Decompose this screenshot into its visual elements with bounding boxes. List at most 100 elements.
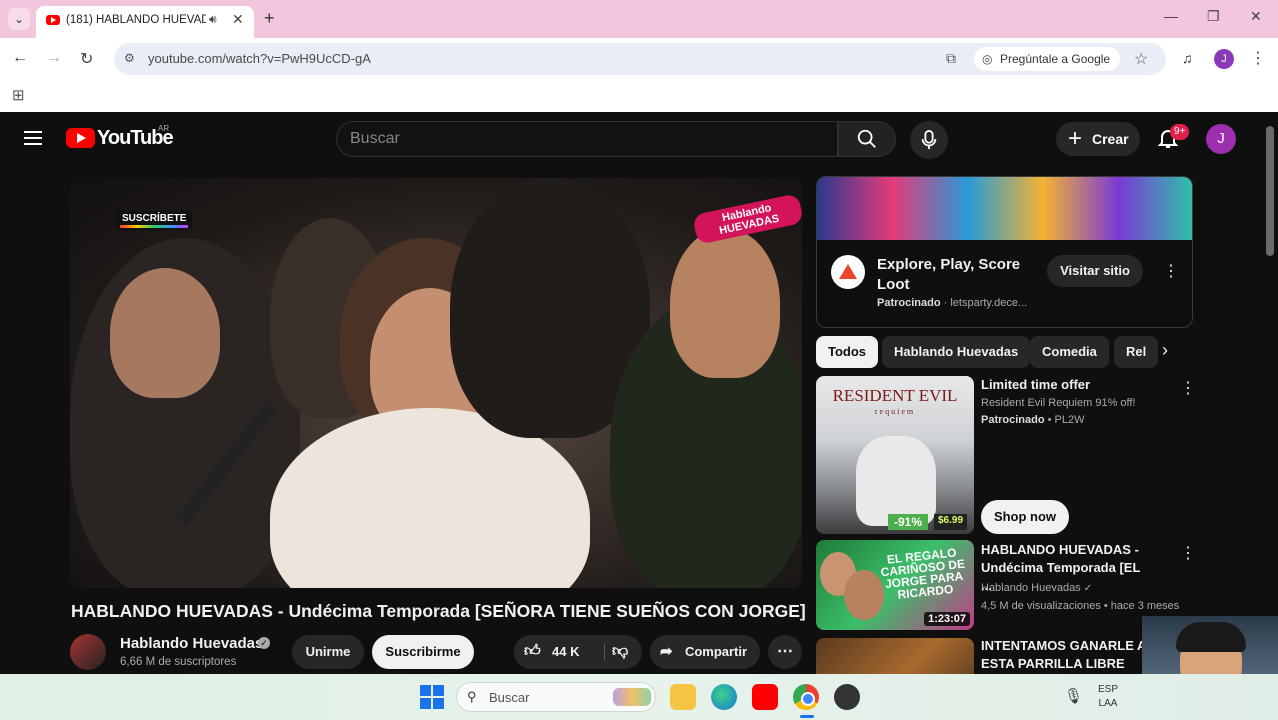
edge-icon[interactable]	[711, 684, 737, 710]
chip-related[interactable]: Rel	[1114, 336, 1158, 368]
share-button[interactable]: ➦ Compartir	[650, 635, 760, 669]
new-tab-button[interactable]: +	[264, 8, 275, 29]
like-count[interactable]: 44 K	[552, 635, 579, 669]
ad-thumbnail[interactable]: RESIDENT EVIL requiem -91% $6.99	[816, 376, 974, 534]
audience-person	[670, 228, 780, 378]
hamburger-menu-icon[interactable]	[24, 129, 44, 145]
browser-titlebar: ⌄ (181) HABLANDO HUEVADAS - Undécima Tem…	[0, 0, 1278, 38]
shop-now-button[interactable]: Shop now	[981, 500, 1069, 534]
verified-check-icon: ✓	[258, 637, 270, 649]
video-thumbnail[interactable]: EL REGALO CARIÑOSO DE JORGE PARA RICARDO…	[816, 540, 974, 630]
video-title: HABLANDO HUEVADAS - Undécima Temporada […	[71, 601, 806, 621]
account-avatar[interactable]: J	[1206, 124, 1236, 154]
language-indicator[interactable]: ESP LAA	[1098, 683, 1118, 711]
url-text[interactable]: youtube.com/watch?v=PwH9UcCD-gA	[148, 51, 371, 66]
audience-person	[110, 268, 220, 398]
chevron-down-icon: ⌄	[13, 12, 25, 26]
ask-google-button[interactable]: ◎ Pregúntale a Google	[974, 47, 1121, 71]
browser-profile-avatar[interactable]: J	[1214, 49, 1234, 69]
thumbnail-figure	[856, 436, 936, 526]
chrome-icon[interactable]	[793, 684, 819, 710]
ad-more-options-icon[interactable]: ⋮	[1163, 261, 1179, 281]
chevron-right-icon[interactable]: ›	[1162, 340, 1168, 361]
webcam-headphones	[1176, 622, 1246, 652]
ad-banner-image[interactable]	[817, 177, 1192, 240]
thumbs-up-icon[interactable]: 👍︎	[524, 635, 541, 669]
microphone-icon[interactable]: 🎙︎	[1064, 687, 1083, 705]
video-thumbnail[interactable]	[816, 638, 974, 674]
active-app-indicator	[800, 715, 814, 718]
tab-close-icon[interactable]: ✕	[232, 11, 244, 28]
plus-icon: +	[1068, 125, 1083, 152]
search-input[interactable]	[350, 130, 820, 148]
sponsored-ad-card[interactable]: Explore, Play, Score Loot Patrocinado · …	[816, 176, 1193, 328]
restore-button[interactable]: ❐	[1207, 8, 1220, 25]
rec-meta: Resident Evil Requiem 91% off!	[981, 397, 1136, 409]
install-app-icon[interactable]: ⧉	[946, 50, 956, 67]
chip-todos[interactable]: Todos	[816, 336, 879, 368]
join-button[interactable]: Unirme	[292, 635, 364, 669]
rec-channel-name[interactable]: Hablando Huevadas	[981, 582, 1081, 594]
forward-arrow-icon[interactable]: →	[46, 49, 62, 67]
lens-icon: ◎	[982, 52, 993, 66]
reload-icon[interactable]: ↻	[80, 49, 93, 69]
rec-title[interactable]: Limited time offer	[981, 376, 1151, 394]
rec-more-options-icon[interactable]: ⋮	[1180, 378, 1196, 398]
rec-title[interactable]: INTENTAMOS GANARLE A ESTA PARRILLA LIBRE	[981, 637, 1151, 673]
channel-name[interactable]: Hablando Huevadas	[120, 635, 263, 652]
browser-menu-icon[interactable]: ⋮	[1250, 48, 1266, 68]
search-box[interactable]	[336, 121, 838, 157]
sponsored-label: Patrocinado	[981, 414, 1045, 426]
youtube-app-icon[interactable]	[752, 684, 778, 710]
voice-search-button[interactable]	[910, 121, 948, 159]
media-controls-icon[interactable]: ♫	[1182, 50, 1193, 66]
windows-start-icon[interactable]	[420, 685, 444, 709]
rec-more-options-icon[interactable]: ⋮	[1180, 543, 1196, 563]
create-button[interactable]: + Crear	[1056, 122, 1140, 156]
search-button[interactable]	[838, 121, 896, 157]
youtube-logo-icon[interactable]	[66, 128, 95, 148]
chip-hablando-huevadas[interactable]: Hablando Huevadas	[882, 336, 1031, 368]
channel-avatar[interactable]	[70, 634, 106, 670]
apps-grid-icon[interactable]: ⊞	[12, 86, 25, 104]
sponsored-label: Patrocinado	[877, 297, 941, 309]
page-scrollbar[interactable]	[1266, 126, 1274, 256]
subscribe-button[interactable]: Suscribirme	[372, 635, 474, 669]
ad-meta: Patrocinado · letsparty.dece...	[877, 297, 1028, 309]
thumbnail-subtitle: requiem	[874, 407, 916, 416]
visit-site-button[interactable]: Visitar sitio	[1047, 255, 1143, 287]
tab-title: (181) HABLANDO HUEVADAS - Undécima Tempo…	[66, 14, 206, 26]
price-badge: $6.99	[934, 514, 968, 530]
file-explorer-icon[interactable]	[670, 684, 696, 710]
address-bar[interactable]: ⚙ youtube.com/watch?v=PwH9UcCD-gA ⧉ ◎ Pr…	[114, 43, 1166, 75]
search-icon	[857, 129, 876, 148]
advertiser: • PL2W	[1044, 414, 1085, 426]
thumbs-down-icon[interactable]: 👎︎	[612, 635, 628, 669]
more-actions-icon[interactable]: ⋯	[768, 635, 802, 669]
browser-toolbar: ← → ↻ ⚙ youtube.com/watch?v=PwH9UcCD-gA …	[0, 38, 1278, 80]
search-icon: ⚲	[467, 689, 477, 704]
back-arrow-icon[interactable]: ←	[12, 49, 28, 67]
subscribe-overlay: SUSCRÍBETE	[116, 211, 193, 230]
share-label: Compartir	[684, 644, 748, 659]
media-app-icon[interactable]	[834, 684, 860, 710]
speaker-icon[interactable]: 🔊︎	[209, 12, 217, 27]
thumbnail-title: RESIDENT EVIL	[832, 386, 958, 405]
video-player[interactable]: SUSCRÍBETE Hablando HUEVADAS	[70, 178, 802, 588]
ad-title[interactable]: Explore, Play, Score Loot	[877, 255, 1047, 295]
bookmarks-bar: ⊞	[0, 80, 1278, 112]
discount-badge: -91%	[888, 514, 929, 530]
advertiser-logo-icon[interactable]	[831, 255, 865, 289]
windows-taskbar: ⚲ Buscar 🎙︎ ESP LAA	[0, 674, 1278, 720]
browser-tab[interactable]: (181) HABLANDO HUEVADAS - Undécima Tempo…	[36, 6, 254, 38]
close-window-button[interactable]: ✕	[1250, 8, 1262, 25]
tab-search-button[interactable]: ⌄	[8, 8, 30, 30]
site-info-icon[interactable]: ⚙	[124, 51, 135, 65]
taskbar-search[interactable]: ⚲ Buscar	[456, 682, 656, 712]
youtube-favicon-icon	[46, 15, 60, 25]
minimize-button[interactable]: —	[1164, 8, 1178, 24]
chip-comedia[interactable]: Comedia	[1030, 336, 1109, 368]
bookmark-star-icon[interactable]: ☆	[1134, 49, 1148, 69]
ask-google-label: Pregúntale a Google	[1000, 52, 1111, 66]
thumbnail-text: EL REGALO CARIÑOSO DE JORGE PARA RICARDO	[880, 545, 966, 602]
